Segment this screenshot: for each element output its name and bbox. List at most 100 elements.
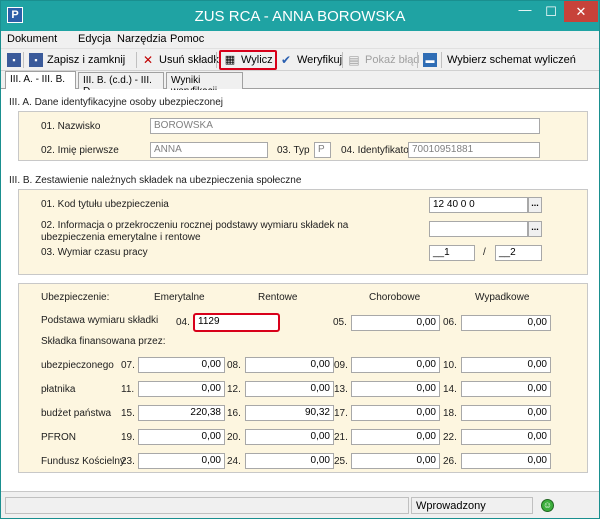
base-wypadkowe-field[interactable]: 0,00 (461, 315, 551, 331)
work-time-numerator-field[interactable]: __1 (429, 245, 475, 261)
cell-field-10[interactable]: 0,00 (461, 357, 551, 373)
cell-field-24[interactable]: 0,00 (245, 453, 334, 469)
cell-field-18[interactable]: 0,00 (461, 405, 551, 421)
cell-field-19[interactable]: 0,00 (138, 429, 225, 445)
contributions-panel: Ubezpieczenie: Emerytalne Rentowe Chorob… (18, 283, 588, 473)
tab-iii-b-cd-iii-d[interactable]: III. B. (c.d.) - III. D. (78, 72, 164, 97)
checkmark-icon: ✔ (280, 53, 292, 67)
cell-field-14[interactable]: 0,00 (461, 381, 551, 397)
cell-num: 23. (121, 456, 135, 467)
base-chorobowe-field[interactable]: 0,00 (351, 315, 440, 331)
work-time-denominator-field[interactable]: __2 (495, 245, 542, 261)
cell-num: 09. (334, 360, 348, 371)
document-status: Wprowadzony (411, 497, 533, 514)
verify-label: Weryfikuj (297, 54, 343, 66)
cell-field-16[interactable]: 90,32 (245, 405, 334, 421)
cell-field-25[interactable]: 0,00 (351, 453, 440, 469)
tab-verification-results[interactable]: Wyniki weryfikacji (166, 72, 243, 97)
cell-field-07[interactable]: 0,00 (138, 357, 225, 373)
cell-field-13[interactable]: 0,00 (351, 381, 440, 397)
row-label-budzet-panstwa: budżet państwa (41, 408, 112, 419)
cell-field-26[interactable]: 0,00 (461, 453, 551, 469)
work-time-slash: / (483, 247, 486, 258)
main-window: P ZUS RCA - ANNA BOROWSKA — ☐ ✕ Dokument… (0, 0, 600, 519)
base-emerytalne-field[interactable]: 1129 (193, 313, 280, 332)
firstname-label: 02. Imię pierwsze (41, 145, 119, 156)
surname-label: 01. Nazwisko (41, 121, 101, 132)
cell-num: 10. (443, 360, 457, 371)
cell-num: 17. (334, 408, 348, 419)
red-x-icon: ✕ (142, 53, 154, 67)
menu-pomoc[interactable]: Pomoc (170, 33, 204, 45)
cell-field-23[interactable]: 0,00 (138, 453, 225, 469)
cell-field-20[interactable]: 0,00 (245, 429, 334, 445)
minimize-button[interactable]: — (512, 1, 538, 22)
tab-iii-a-iii-b[interactable]: III. A. - III. B. (5, 71, 76, 89)
cell-field-15[interactable]: 220,38 (138, 405, 225, 421)
menu-dokument[interactable]: Dokument (7, 33, 57, 45)
save-close-icon: ▪ (29, 53, 43, 67)
tab-strip: III. A. - III. B. III. B. (c.d.) - III. … (1, 71, 599, 97)
section-b-title: III. B. Zestawienie należnych składek na… (9, 175, 302, 186)
delete-contrib-label: Usuń składki (159, 54, 222, 66)
row-label-platnika: płatnika (41, 384, 76, 395)
choose-scheme-label: Wybierz schemat wyliczeń (447, 54, 576, 66)
base-num-05: 05. (333, 317, 347, 328)
limit-info-picker-button[interactable]: ... (528, 221, 542, 237)
window-title: ZUS RCA - ANNA BOROWSKA (194, 8, 406, 25)
financed-by-label: Składka finansowana przez: (41, 336, 166, 347)
limit-info-field[interactable] (429, 221, 528, 237)
calculate-label: Wylicz (241, 54, 273, 66)
choose-scheme-button[interactable]: Wybierz schemat wyliczeń (445, 51, 578, 69)
firstname-field[interactable]: ANNA (150, 142, 268, 158)
row-label-ubezpieczonego: ubezpieczonego (41, 360, 114, 371)
delete-contrib-button[interactable]: ✕ Usuń składki (139, 51, 223, 69)
cell-field-21[interactable]: 0,00 (351, 429, 440, 445)
insurance-code-field[interactable]: 12 40 0 0 (429, 197, 528, 213)
save-close-button[interactable]: ▪ Zapisz i zamknij (27, 51, 127, 69)
menu-narzedzia[interactable]: Narzędzia (117, 33, 167, 45)
cell-num: 12. (227, 384, 241, 395)
title-bar[interactable]: P ZUS RCA - ANNA BOROWSKA — ☐ ✕ (1, 1, 599, 31)
close-button[interactable]: ✕ (564, 1, 598, 22)
calculator-icon: ▦ (224, 54, 236, 66)
smiley-icon: ☺ (541, 499, 554, 512)
cell-num: 08. (227, 360, 241, 371)
maximize-button[interactable]: ☐ (538, 1, 564, 22)
cell-field-17[interactable]: 0,00 (351, 405, 440, 421)
cell-num: 26. (443, 456, 457, 467)
limit-info-label-line2: ubezpieczenia emerytalne i rentowe (41, 232, 201, 243)
cell-field-11[interactable]: 0,00 (138, 381, 225, 397)
verify-button[interactable]: ✔ Weryfikuj (277, 51, 344, 69)
base-label: Podstawa wymiaru składki (41, 315, 159, 326)
menu-bar: Dokument Edycja Narzędzia Pomoc (1, 31, 599, 49)
insurance-header-label: Ubezpieczenie: (41, 292, 110, 303)
section-a-title: III. A. Dane identyfikacyjne osoby ubezp… (9, 97, 224, 108)
error-doc-icon: ▤ (348, 53, 360, 67)
cell-num: 16. (227, 408, 241, 419)
menu-edycja[interactable]: Edycja (78, 33, 111, 45)
tab-content: III. A. Dane identyfikacyjne osoby ubezp… (4, 90, 596, 490)
show-error-button[interactable]: ▤ Pokaż błąd (345, 51, 421, 69)
calculate-button[interactable]: ▦ Wylicz (219, 50, 277, 70)
type-field[interactable]: P (314, 142, 331, 158)
insurance-code-label: 01. Kod tytułu ubezpieczenia (41, 199, 169, 210)
cell-num: 11. (121, 384, 135, 395)
identifier-field[interactable]: 70010951881 (408, 142, 540, 158)
cell-field-12[interactable]: 0,00 (245, 381, 334, 397)
cell-num: 24. (227, 456, 241, 467)
insurance-code-picker-button[interactable]: ... (528, 197, 542, 213)
status-bar: Wprowadzony ☺ (1, 491, 599, 518)
choose-scheme-icon-button[interactable]: ▬ (421, 51, 443, 69)
surname-field[interactable]: BOROWSKA (150, 118, 540, 134)
cell-field-08[interactable]: 0,00 (245, 357, 334, 373)
cell-num: 21. (334, 432, 348, 443)
section-a-panel: 01. Nazwisko BOROWSKA 02. Imię pierwsze … (18, 111, 588, 161)
col-wypadkowe: Wypadkowe (475, 292, 530, 303)
toolbar: ▪ ▪ Zapisz i zamknij ✕ Usuń składki ▦ Wy… (1, 49, 599, 71)
cell-field-22[interactable]: 0,00 (461, 429, 551, 445)
save-close-label: Zapisz i zamknij (47, 54, 126, 66)
cell-field-09[interactable]: 0,00 (351, 357, 440, 373)
cell-num: 13. (334, 384, 348, 395)
col-rentowe: Rentowe (258, 292, 298, 303)
